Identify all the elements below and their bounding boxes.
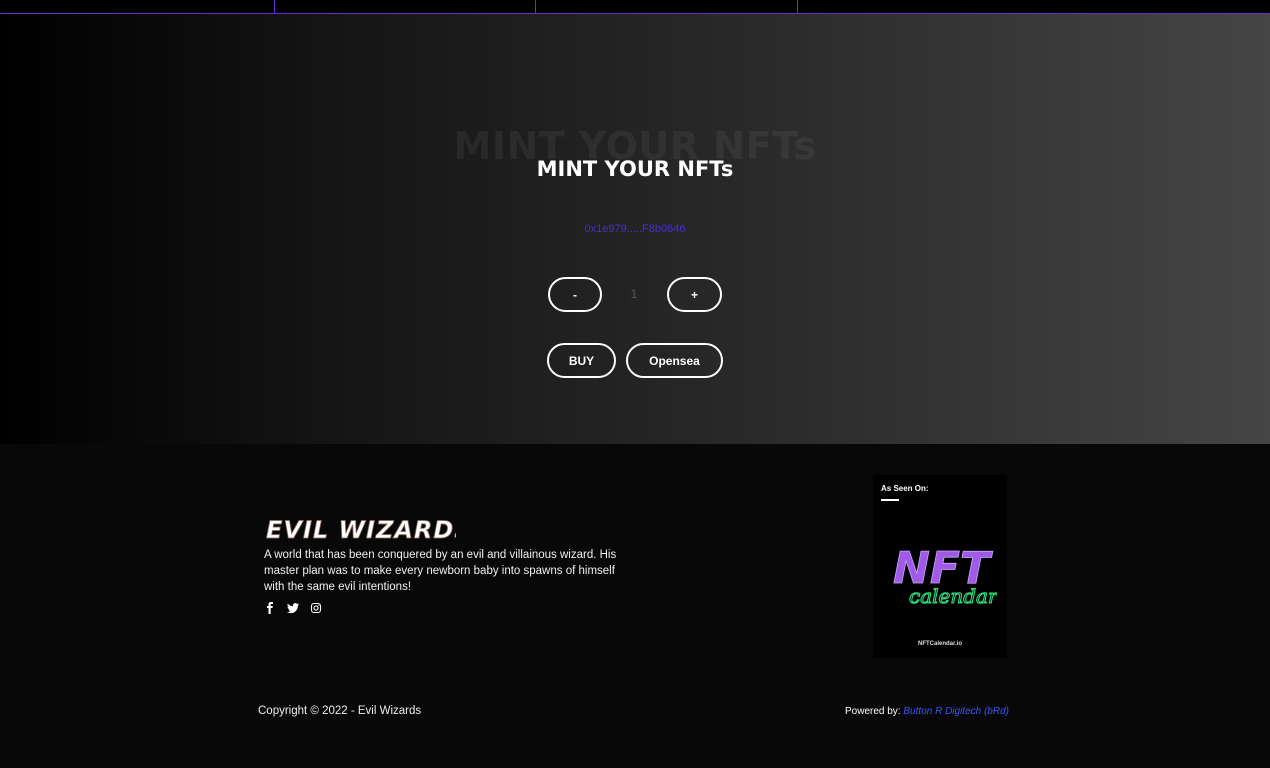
mint-title: MINT YOUR NFTs (536, 157, 734, 181)
powered-by-label: Powered by: (845, 706, 901, 717)
nav-divider (274, 0, 275, 14)
twitter-icon[interactable] (287, 601, 299, 614)
footer: EVIL WIZARDS A world that has been conqu… (0, 444, 1270, 768)
as-seen-on-badge[interactable]: As Seen On: NFT calendar NFTCalendar.io (873, 475, 1007, 658)
increase-quantity-button[interactable]: + (667, 277, 722, 312)
facebook-icon[interactable] (264, 601, 276, 614)
logo-wordmark: EVIL WIZARDS (266, 516, 472, 545)
nav-divider (535, 0, 536, 14)
social-links (264, 601, 322, 614)
svg-text:calendar: calendar (909, 584, 997, 608)
copyright-text: Copyright © 2022 - Evil Wizards (258, 705, 422, 717)
evil-wizards-logo[interactable]: EVIL WIZARDS (266, 514, 472, 549)
wallet-address: 0x1e979.....F8b0646 (584, 223, 686, 235)
instagram-icon[interactable] (310, 601, 322, 614)
footer-description: A world that has been conquered by an ev… (264, 549, 617, 593)
opensea-button[interactable]: Opensea (626, 343, 723, 378)
buy-button[interactable]: BUY (547, 343, 616, 378)
powered-by: Powered by: Button R Digitech (bRd) (845, 706, 1009, 717)
svg-text:EVIL WIZARDS: EVIL WIZARDS (266, 516, 456, 544)
badge-underline (881, 499, 899, 501)
quantity-value: 1 (630, 287, 638, 301)
badge-label: As Seen On: (881, 484, 929, 493)
powered-by-link[interactable]: Button R Digitech (bRd) (903, 706, 1009, 717)
nft-calendar-logo: NFT calendar (887, 533, 1000, 618)
badge-url: NFTCalendar.io (917, 641, 962, 647)
nav-divider (797, 0, 798, 14)
decrease-quantity-button[interactable]: - (548, 277, 602, 312)
top-nav-bar (0, 0, 1270, 14)
mint-section: MINT YOUR NFTs MINT YOUR NFTs 0x1e979...… (0, 14, 1270, 444)
